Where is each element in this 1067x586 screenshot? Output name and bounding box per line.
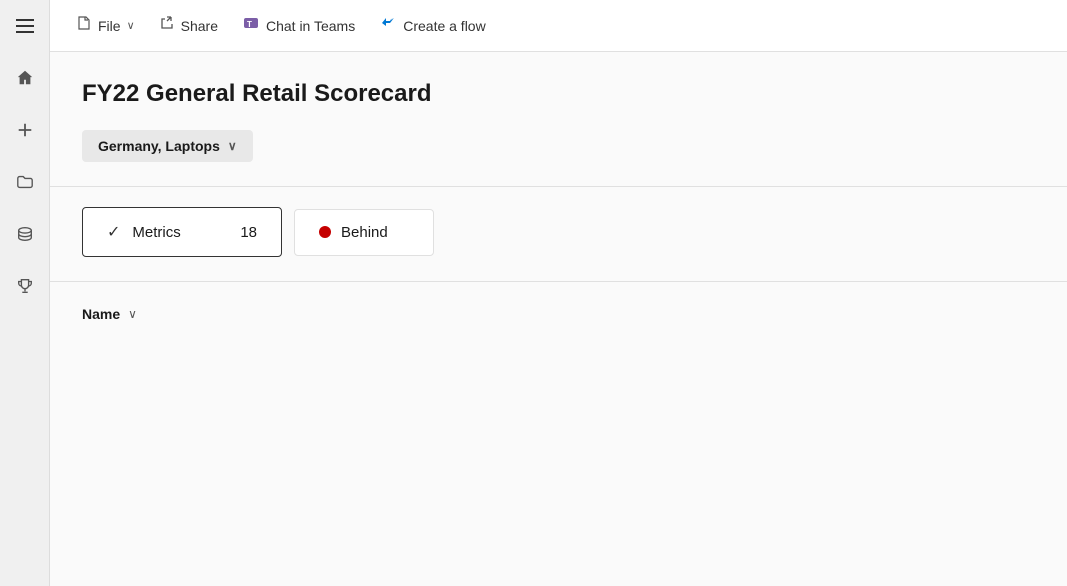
add-icon[interactable] — [11, 116, 39, 144]
teams-icon: T — [242, 14, 260, 37]
behind-status-dot — [319, 226, 331, 238]
metrics-count: 18 — [240, 224, 257, 241]
content-area: FY22 General Retail Scorecard Germany, L… — [50, 52, 1067, 586]
folder-icon[interactable] — [11, 168, 39, 196]
file-icon — [76, 15, 92, 36]
filter-chevron-icon: ∨ — [228, 139, 237, 153]
main-area: File ∨ Share T Chat in Teams — [50, 0, 1067, 586]
filter-dropdown[interactable]: Germany, Laptops ∨ — [82, 130, 253, 162]
flow-icon — [379, 14, 397, 37]
metrics-row: ✓ Metrics 18 Behind — [82, 207, 1035, 257]
hamburger-menu-icon[interactable] — [11, 12, 39, 40]
toolbar: File ∨ Share T Chat in Teams — [50, 0, 1067, 52]
filter-label: Germany, Laptops — [98, 138, 220, 154]
chat-in-teams-button[interactable]: T Chat in Teams — [232, 8, 365, 43]
divider-2 — [50, 281, 1067, 282]
sidebar — [0, 0, 50, 586]
database-icon[interactable] — [11, 220, 39, 248]
file-chevron-icon: ∨ — [127, 19, 135, 32]
status-label: Behind — [341, 224, 388, 241]
share-label: Share — [181, 18, 218, 34]
create-flow-button[interactable]: Create a flow — [369, 8, 495, 43]
file-menu[interactable]: File ∨ — [66, 9, 145, 42]
home-icon[interactable] — [11, 64, 39, 92]
metrics-card[interactable]: ✓ Metrics 18 — [82, 207, 282, 257]
share-button[interactable]: Share — [149, 9, 228, 42]
name-column-header[interactable]: Name ∨ — [82, 302, 1035, 322]
metrics-check-icon: ✓ — [107, 222, 120, 242]
trophy-icon[interactable] — [11, 272, 39, 300]
file-label: File — [98, 18, 121, 34]
name-column-chevron-icon: ∨ — [128, 307, 137, 321]
divider — [50, 186, 1067, 187]
chat-label: Chat in Teams — [266, 18, 355, 34]
status-card[interactable]: Behind — [294, 209, 434, 256]
metrics-label: Metrics — [132, 224, 228, 241]
name-column-label: Name — [82, 306, 120, 322]
flow-label: Create a flow — [403, 18, 485, 34]
page-title: FY22 General Retail Scorecard — [82, 80, 1035, 108]
share-icon — [159, 15, 175, 36]
svg-text:T: T — [247, 20, 252, 29]
